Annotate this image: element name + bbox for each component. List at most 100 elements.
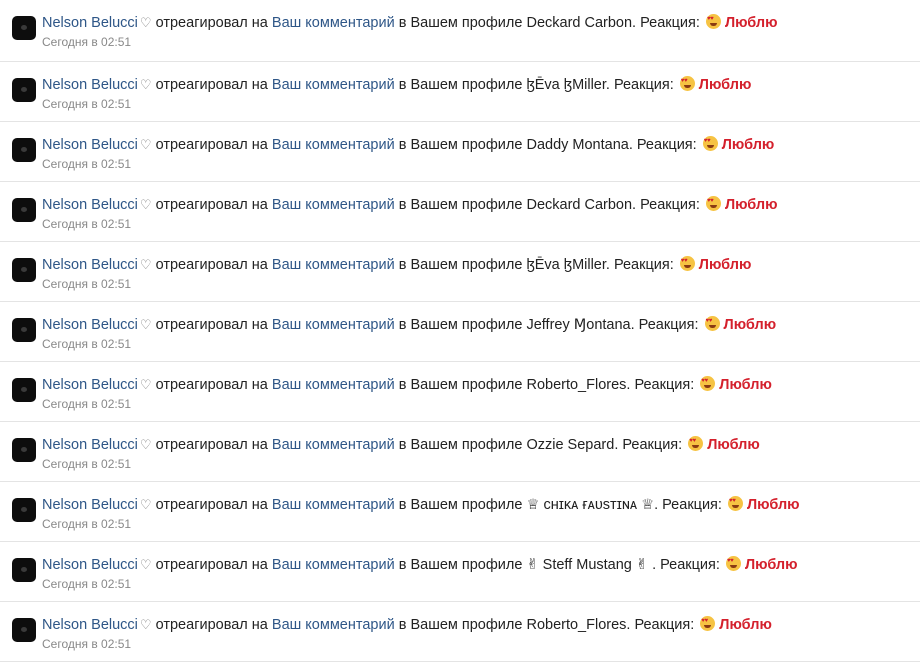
profile-name: Daddy Montana	[526, 137, 629, 153]
notification-item[interactable]: Nelson Belucci ♡ отреагировал на Ваш комм…	[0, 542, 920, 602]
user-link[interactable]: Nelson Belucci	[42, 557, 138, 573]
notification-item[interactable]: Nelson Belucci ♡ отреагировал на Ваш комм…	[0, 182, 920, 242]
notification-item[interactable]: Nelson Belucci ♡ отреагировал на Ваш комм…	[0, 122, 920, 182]
reaction-label: Люблю	[724, 15, 778, 31]
profile-name: Deckard Carbon	[526, 15, 633, 31]
action-text: отреагировал на	[155, 377, 268, 393]
timestamp: Сегодня в 02:51	[42, 35, 132, 49]
action-text: отреагировал на	[155, 437, 268, 453]
user-link[interactable]: Nelson Belucci	[42, 497, 138, 513]
context-text: в Вашем профиле	[398, 317, 523, 333]
user-link[interactable]: Nelson Belucci	[42, 617, 138, 633]
reaction-label: Люблю	[719, 377, 772, 393]
notification-item[interactable]: Nelson Belucci ♡ отреагировал на Ваш комм…	[0, 482, 920, 542]
notification-text: Nelson Belucci ♡ отреагировал на Ваш комм…	[42, 556, 798, 573]
heart-eyes-emoji-icon	[702, 136, 718, 151]
comment-link[interactable]: Ваш комментарий	[272, 197, 395, 213]
heart-outline-icon: ♡	[139, 617, 152, 632]
profile-name: Jeffrey Ɱontana	[526, 317, 631, 333]
timestamp: Сегодня в 02:51	[42, 457, 132, 471]
user-link[interactable]: Nelson Belucci	[42, 437, 138, 453]
context-text: в Вашем профиле	[398, 77, 523, 93]
timestamp: Сегодня в 02:51	[42, 157, 132, 171]
notification-item[interactable]: Nelson Belucci ♡ отреагировал на Ваш комм…	[0, 602, 920, 662]
context-text: в Вашем профиле	[398, 617, 523, 633]
user-link[interactable]: Nelson Belucci	[42, 137, 138, 153]
reaction-prefix: . Реакция:	[626, 377, 695, 393]
comment-link[interactable]: Ваш комментарий	[272, 257, 395, 273]
user-link[interactable]: Nelson Belucci	[42, 15, 138, 31]
profile-name: Deckard Carbon	[526, 197, 633, 213]
reaction-prefix: . Реакция:	[605, 77, 674, 93]
profile-name: Ozzie Separd	[526, 437, 615, 453]
user-link[interactable]: Nelson Belucci	[42, 77, 138, 93]
heart-outline-icon: ♡	[139, 15, 152, 30]
comment-link[interactable]: Ваш комментарий	[272, 617, 395, 633]
action-text: отреагировал на	[155, 77, 268, 93]
notification-text: Nelson Belucci ♡ отреагировал на Ваш комм…	[42, 496, 800, 513]
reaction-prefix: . Реакция:	[626, 617, 695, 633]
context-text: в Вашем профиле	[398, 197, 523, 213]
notification-text: Nelson Belucci ♡ отреагировал на Ваш комм…	[42, 376, 772, 393]
heart-outline-icon: ♡	[139, 557, 152, 572]
notification-item[interactable]: Nelson Belucci ♡ отреагировал на Ваш комм…	[0, 0, 920, 62]
profile-name: Roberto_Flores	[526, 377, 627, 393]
profile-name: Roberto_Flores	[526, 617, 627, 633]
notification-item[interactable]: Nelson Belucci ♡ отреагировал на Ваш комм…	[0, 242, 920, 302]
timestamp: Сегодня в 02:51	[42, 277, 132, 291]
heart-outline-icon: ♡	[139, 137, 152, 152]
reaction-prefix: . Реакция:	[632, 15, 700, 31]
user-link[interactable]: Nelson Belucci	[42, 317, 138, 333]
notification-item[interactable]: Nelson Belucci ♡ отреагировал на Ваш комм…	[0, 62, 920, 122]
notification-item[interactable]: Nelson Belucci ♡ отреагировал на Ваш комм…	[0, 362, 920, 422]
user-avatar[interactable]	[12, 558, 36, 582]
user-avatar[interactable]	[12, 138, 36, 162]
comment-link[interactable]: Ваш комментарий	[272, 317, 395, 333]
comment-link[interactable]: Ваш комментарий	[272, 497, 395, 513]
comment-link[interactable]: Ваш комментарий	[272, 137, 395, 153]
heart-eyes-emoji-icon	[679, 76, 695, 91]
user-avatar[interactable]	[12, 78, 36, 102]
action-text: отреагировал на	[155, 137, 268, 153]
user-avatar[interactable]	[12, 438, 36, 462]
reaction-label: Люблю	[724, 197, 778, 213]
reaction-label: Люблю	[723, 317, 777, 333]
notification-text: Nelson Belucci ♡ отреагировал на Ваш комм…	[42, 316, 776, 333]
comment-link[interactable]: Ваш комментарий	[272, 557, 395, 573]
reaction-prefix: . Реакция:	[652, 557, 720, 573]
heart-outline-icon: ♡	[139, 77, 152, 92]
heart-outline-icon: ♡	[139, 317, 152, 332]
user-link[interactable]: Nelson Belucci	[42, 197, 138, 213]
heart-outline-icon: ♡	[139, 377, 152, 392]
action-text: отреагировал на	[155, 617, 268, 633]
timestamp: Сегодня в 02:51	[42, 97, 132, 111]
user-avatar[interactable]	[12, 258, 36, 282]
comment-link[interactable]: Ваш комментарий	[272, 437, 395, 453]
notification-text: Nelson Belucci ♡ отреагировал на Ваш комм…	[42, 196, 778, 213]
comment-link[interactable]: Ваш комментарий	[272, 15, 395, 31]
context-text: в Вашем профиле	[398, 497, 523, 513]
heart-eyes-emoji-icon	[700, 376, 716, 391]
user-avatar[interactable]	[12, 498, 36, 522]
comment-link[interactable]: Ваш комментарий	[272, 77, 395, 93]
user-avatar[interactable]	[12, 16, 36, 40]
user-link[interactable]: Nelson Belucci	[42, 377, 138, 393]
user-avatar[interactable]	[12, 198, 36, 222]
action-text: отреагировал на	[155, 197, 268, 213]
user-avatar[interactable]	[12, 378, 36, 402]
notification-text: Nelson Belucci ♡ отреагировал на Ваш комм…	[42, 436, 760, 453]
timestamp: Сегодня в 02:51	[42, 217, 132, 231]
user-avatar[interactable]	[12, 318, 36, 342]
heart-eyes-emoji-icon	[688, 436, 704, 451]
heart-eyes-emoji-icon	[727, 496, 743, 511]
notification-item[interactable]: Nelson Belucci ♡ отреагировал на Ваш комм…	[0, 422, 920, 482]
user-avatar[interactable]	[12, 618, 36, 642]
context-text: в Вашем профиле	[398, 437, 523, 453]
notification-item[interactable]: Nelson Belucci ♡ отреагировал на Ваш комм…	[0, 302, 920, 362]
profile-name: ✌ Steff Mustang ✌	[526, 557, 653, 573]
user-link[interactable]: Nelson Belucci	[42, 257, 138, 273]
reaction-label: Люблю	[744, 557, 798, 573]
timestamp: Сегодня в 02:51	[42, 517, 132, 531]
context-text: в Вашем профиле	[398, 15, 523, 31]
comment-link[interactable]: Ваш комментарий	[272, 377, 395, 393]
